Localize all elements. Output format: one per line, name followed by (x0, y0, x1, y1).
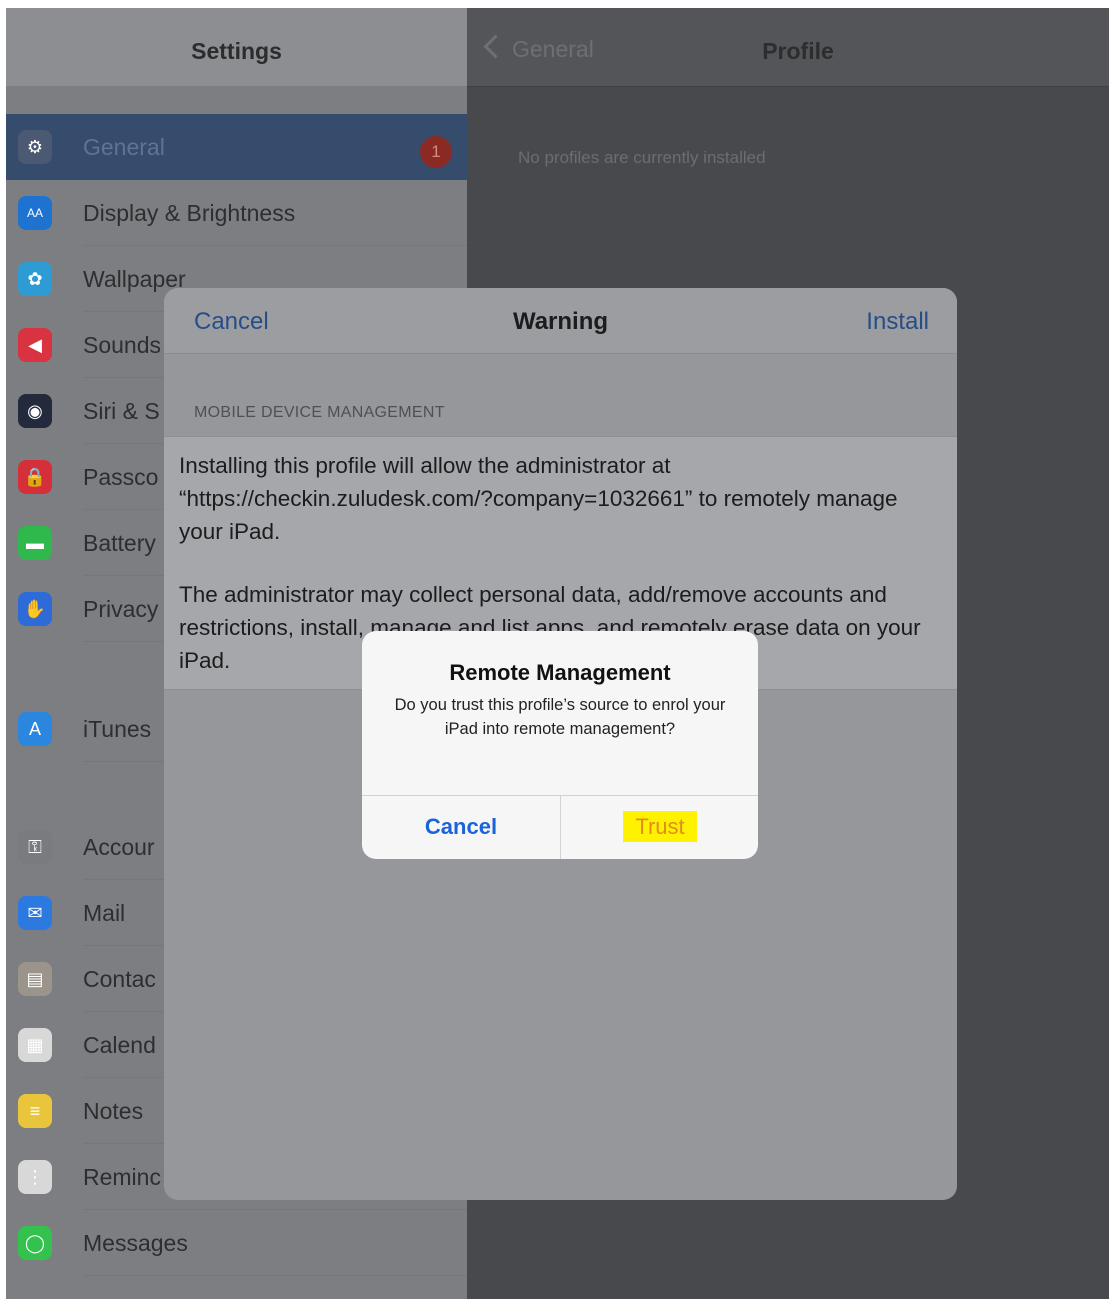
sidebar-item-label: Reminc (83, 1164, 161, 1190)
sidebar-item-label: Calend (83, 1032, 156, 1058)
sidebar-item-label: Battery (83, 530, 156, 556)
page-title: Profile (762, 38, 834, 64)
sidebar-item-label: iTunes (83, 716, 152, 742)
trust-label: Trust (623, 811, 697, 842)
reminders-icon: ⋮ (18, 1160, 52, 1194)
remote-management-alert: Remote Management Do you trust this prof… (362, 631, 758, 859)
gear-icon: ⚙ (18, 130, 52, 164)
alert-cancel-button[interactable]: Cancel (362, 795, 560, 859)
sidebar-item-label: Privacy (83, 596, 159, 622)
sidebar-item-label: Display & Brightness (83, 200, 296, 226)
sidebar-item-label: General (83, 134, 165, 160)
section-label: MOBILE DEVICE MANAGEMENT (194, 404, 445, 421)
speaker-icon: ◀ (18, 328, 52, 362)
row-divider (83, 1275, 467, 1276)
sidebar-item-label: Contac (83, 966, 156, 992)
messages-icon: ◯ (18, 1226, 52, 1260)
notes-icon: ≡ (18, 1094, 52, 1128)
warning-paragraph-1: Installing this profile will allow the a… (179, 453, 898, 544)
trust-button[interactable]: Trust (561, 795, 758, 859)
app-store-icon: A (18, 712, 52, 746)
sidebar-item-messages[interactable]: ◯ Messages (6, 1210, 467, 1276)
sidebar-item-display-brightness[interactable]: AA Display & Brightness (6, 180, 467, 246)
mail-icon: ✉ (18, 896, 52, 930)
empty-profiles-text: No profiles are currently installed (518, 148, 766, 167)
sheet-title: Warning (512, 308, 609, 335)
sheet-nav-bar: Cancel Warning Install (164, 288, 957, 354)
hand-icon: ✋ (18, 592, 52, 626)
battery-icon: ▬ (18, 526, 52, 560)
display-brightness-icon: AA (18, 196, 52, 230)
key-icon: ⚿ (18, 830, 52, 864)
settings-header: Settings (6, 8, 467, 86)
ipad-screen: Settings ⚙ General 1 AA Display & Brightness… (6, 8, 1109, 1299)
install-button[interactable]: Install (866, 308, 929, 336)
alert-message: Do you trust this profile’s source to en… (394, 696, 726, 738)
sidebar-item-label: Passco (83, 464, 159, 490)
alert-title: Remote Management (449, 660, 671, 685)
sidebar-item-label: Siri & S (83, 398, 160, 424)
settings-title: Settings (191, 38, 282, 64)
sidebar-item-label: Sounds (83, 332, 162, 358)
notification-badge: 1 (420, 136, 452, 168)
siri-icon: ◉ (18, 394, 52, 428)
sidebar-item-general[interactable]: ⚙ General 1 (6, 114, 467, 180)
sidebar-item-label: Accour (83, 834, 155, 860)
profile-header: General Profile (467, 8, 1109, 87)
wallpaper-icon: ✿ (18, 262, 52, 296)
sidebar-item-label: Mail (83, 900, 126, 926)
sidebar-item-label: Notes (83, 1098, 144, 1124)
sidebar-item-label: Messages (83, 1230, 188, 1256)
lock-icon: 🔒 (18, 460, 52, 494)
calendar-icon: ▦ (18, 1028, 52, 1062)
contacts-icon: ▤ (18, 962, 52, 996)
